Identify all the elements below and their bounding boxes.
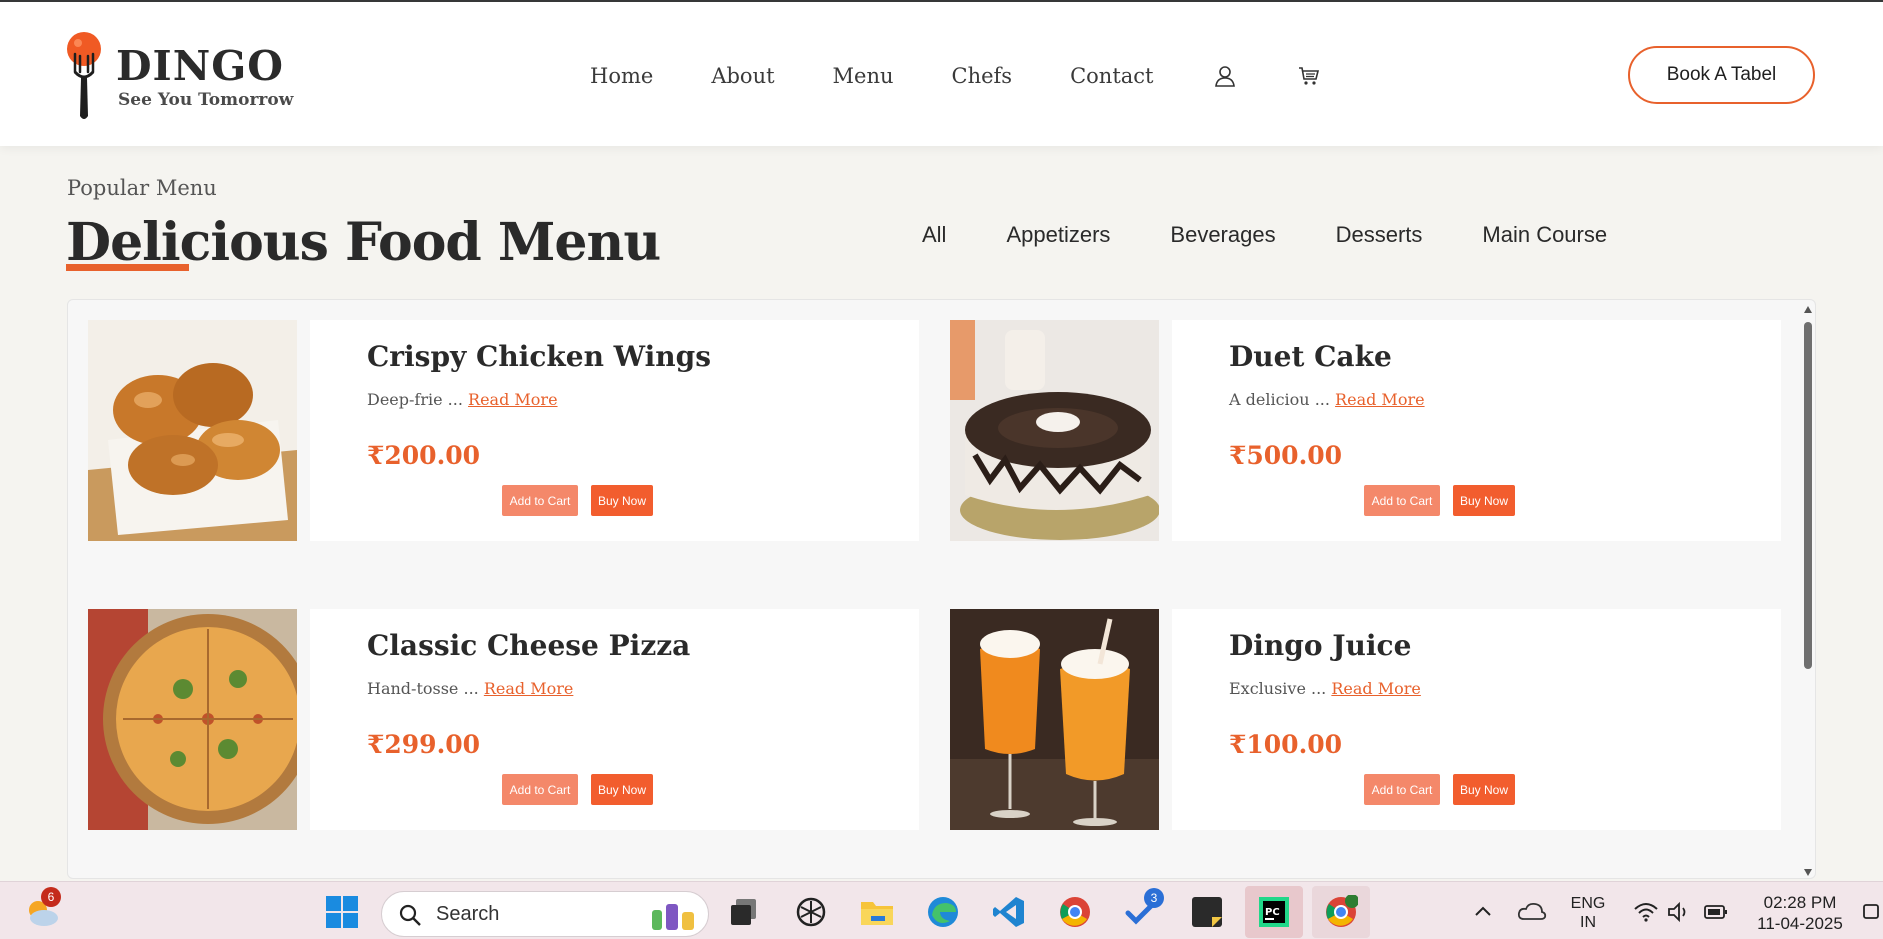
nav-contact[interactable]: Contact [1070,64,1153,88]
item-desc-text: A deliciou ... [1229,390,1330,409]
brand-name: DINGO [116,42,284,90]
search-icon [399,904,421,926]
menu-card: Dingo Juice Exclusive ... Read More ₹100… [950,609,1802,830]
filter-desserts[interactable]: Desserts [1336,222,1423,248]
filter-appetizers[interactable]: Appetizers [1006,222,1110,248]
read-more-link[interactable]: Read More [484,679,574,698]
main-nav: Home About Menu Chefs Contact [590,58,1380,94]
add-to-cart-button[interactable]: Add to Cart [1364,485,1440,516]
nav-chefs[interactable]: Chefs [952,64,1013,88]
item-name: Duet Cake [1229,340,1392,373]
item-price: ₹299.00 [367,730,481,759]
clock-time: 02:28 PM [1763,893,1837,912]
cart-icon[interactable] [1296,63,1322,89]
pizza-image [88,609,297,830]
juice-image [950,609,1159,830]
onedrive-cloud-icon[interactable] [1512,892,1552,932]
item-desc-text: Hand-tosse ... [367,679,479,698]
menu-scrollbar[interactable] [1803,306,1813,876]
menu-card-body: Dingo Juice Exclusive ... Read More ₹100… [1172,609,1781,830]
fork-logo-icon [67,32,101,119]
item-price: ₹100.00 [1229,730,1343,759]
windows-taskbar: 6 Search 3 PC ENG IN 02:28 PM 11-04-2025 [0,881,1883,939]
scrollbar-thumb[interactable] [1804,322,1812,669]
chatgpt-icon[interactable] [791,892,831,932]
item-desc-text: Deep-frie ... [367,390,463,409]
nav-about[interactable]: About [711,64,774,88]
menu-card: Duet Cake A deliciou ... Read More ₹500.… [950,320,1802,541]
buy-now-button[interactable]: Buy Now [591,774,653,805]
item-price: ₹500.00 [1229,441,1343,470]
add-to-cart-button[interactable]: Add to Cart [502,485,578,516]
brand-logo[interactable]: DINGO See You Tomorrow [64,32,293,122]
menu-card: Crispy Chicken Wings Deep-frie ... Read … [88,320,940,541]
item-description: Exclusive ... Read More [1229,679,1421,698]
user-icon[interactable] [1212,63,1238,89]
menu-card-body: Classic Cheese Pizza Hand-tosse ... Read… [310,609,919,830]
item-description: Hand-tosse ... Read More [367,679,573,698]
scroll-down-icon[interactable] [1804,869,1812,876]
svg-text:PC: PC [1265,907,1280,918]
file-explorer-icon[interactable] [857,892,897,932]
site-header: DINGO See You Tomorrow Home About Menu C… [0,2,1883,146]
item-name: Crispy Chicken Wings [367,340,711,373]
notification-icon[interactable] [1860,892,1883,932]
item-name: Classic Cheese Pizza [367,629,691,662]
menu-panel: Crispy Chicken Wings Deep-frie ... Read … [67,299,1816,879]
item-description: Deep-frie ... Read More [367,390,558,409]
filter-all[interactable]: All [922,222,946,248]
nav-home[interactable]: Home [590,64,653,88]
item-name: Dingo Juice [1229,629,1412,662]
add-to-cart-button[interactable]: Add to Cart [502,774,578,805]
section-eyebrow: Popular Menu [67,176,217,200]
read-more-link[interactable]: Read More [468,390,558,409]
vscode-icon[interactable] [989,892,1029,932]
language-indicator[interactable]: ENG IN [1563,894,1613,932]
scroll-up-icon[interactable] [1804,306,1812,313]
book-table-button[interactable]: Book A Tabel [1628,46,1815,104]
chrome-profile-icon[interactable] [1312,886,1370,938]
edge-browser-icon[interactable] [923,892,963,932]
filter-beverages[interactable]: Beverages [1170,222,1275,248]
clock[interactable]: 02:28 PM 11-04-2025 [1750,892,1850,934]
cake-image [950,320,1159,541]
buy-now-button[interactable]: Buy Now [591,485,653,516]
read-more-link[interactable]: Read More [1335,390,1425,409]
clock-date: 11-04-2025 [1757,914,1843,933]
nav-menu[interactable]: Menu [833,64,894,88]
menu-card: Classic Cheese Pizza Hand-tosse ... Read… [88,609,940,830]
menu-card-body: Duet Cake A deliciou ... Read More ₹500.… [1172,320,1781,541]
weather-badge: 6 [41,887,61,907]
brand-tagline: See You Tomorrow [118,90,294,110]
battery-icon[interactable] [1696,892,1736,932]
language-code: ENG [1570,895,1606,912]
item-desc-text: Exclusive ... [1229,679,1327,698]
chrome-icon[interactable] [1055,892,1095,932]
taskbar-search[interactable]: Search [381,891,709,937]
buy-now-button[interactable]: Buy Now [1453,774,1515,805]
read-more-link[interactable]: Read More [1331,679,1421,698]
menu-card-body: Crispy Chicken Wings Deep-frie ... Read … [310,320,919,541]
filter-main-course[interactable]: Main Course [1482,222,1607,248]
search-placeholder: Search [436,903,500,925]
region-code: IN [1580,914,1596,931]
fried-chicken-image [88,320,297,541]
volume-icon[interactable] [1659,892,1699,932]
buy-now-button[interactable]: Buy Now [1453,485,1515,516]
pycharm-icon[interactable]: PC [1245,886,1303,938]
sticky-notes-icon[interactable] [1187,892,1227,932]
task-view-icon[interactable] [724,892,764,932]
search-highlight-icon [652,904,694,930]
todo-badge: 3 [1144,888,1164,908]
add-to-cart-button[interactable]: Add to Cart [1364,774,1440,805]
windows-start-icon[interactable] [322,892,362,932]
menu-filters: All Appetizers Beverages Desserts Main C… [922,222,1667,248]
item-description: A deliciou ... Read More [1229,390,1425,409]
section-title: Delicious Food Menu [66,212,661,273]
show-hidden-icons-chevron-icon[interactable] [1463,892,1503,932]
item-price: ₹200.00 [367,441,481,470]
